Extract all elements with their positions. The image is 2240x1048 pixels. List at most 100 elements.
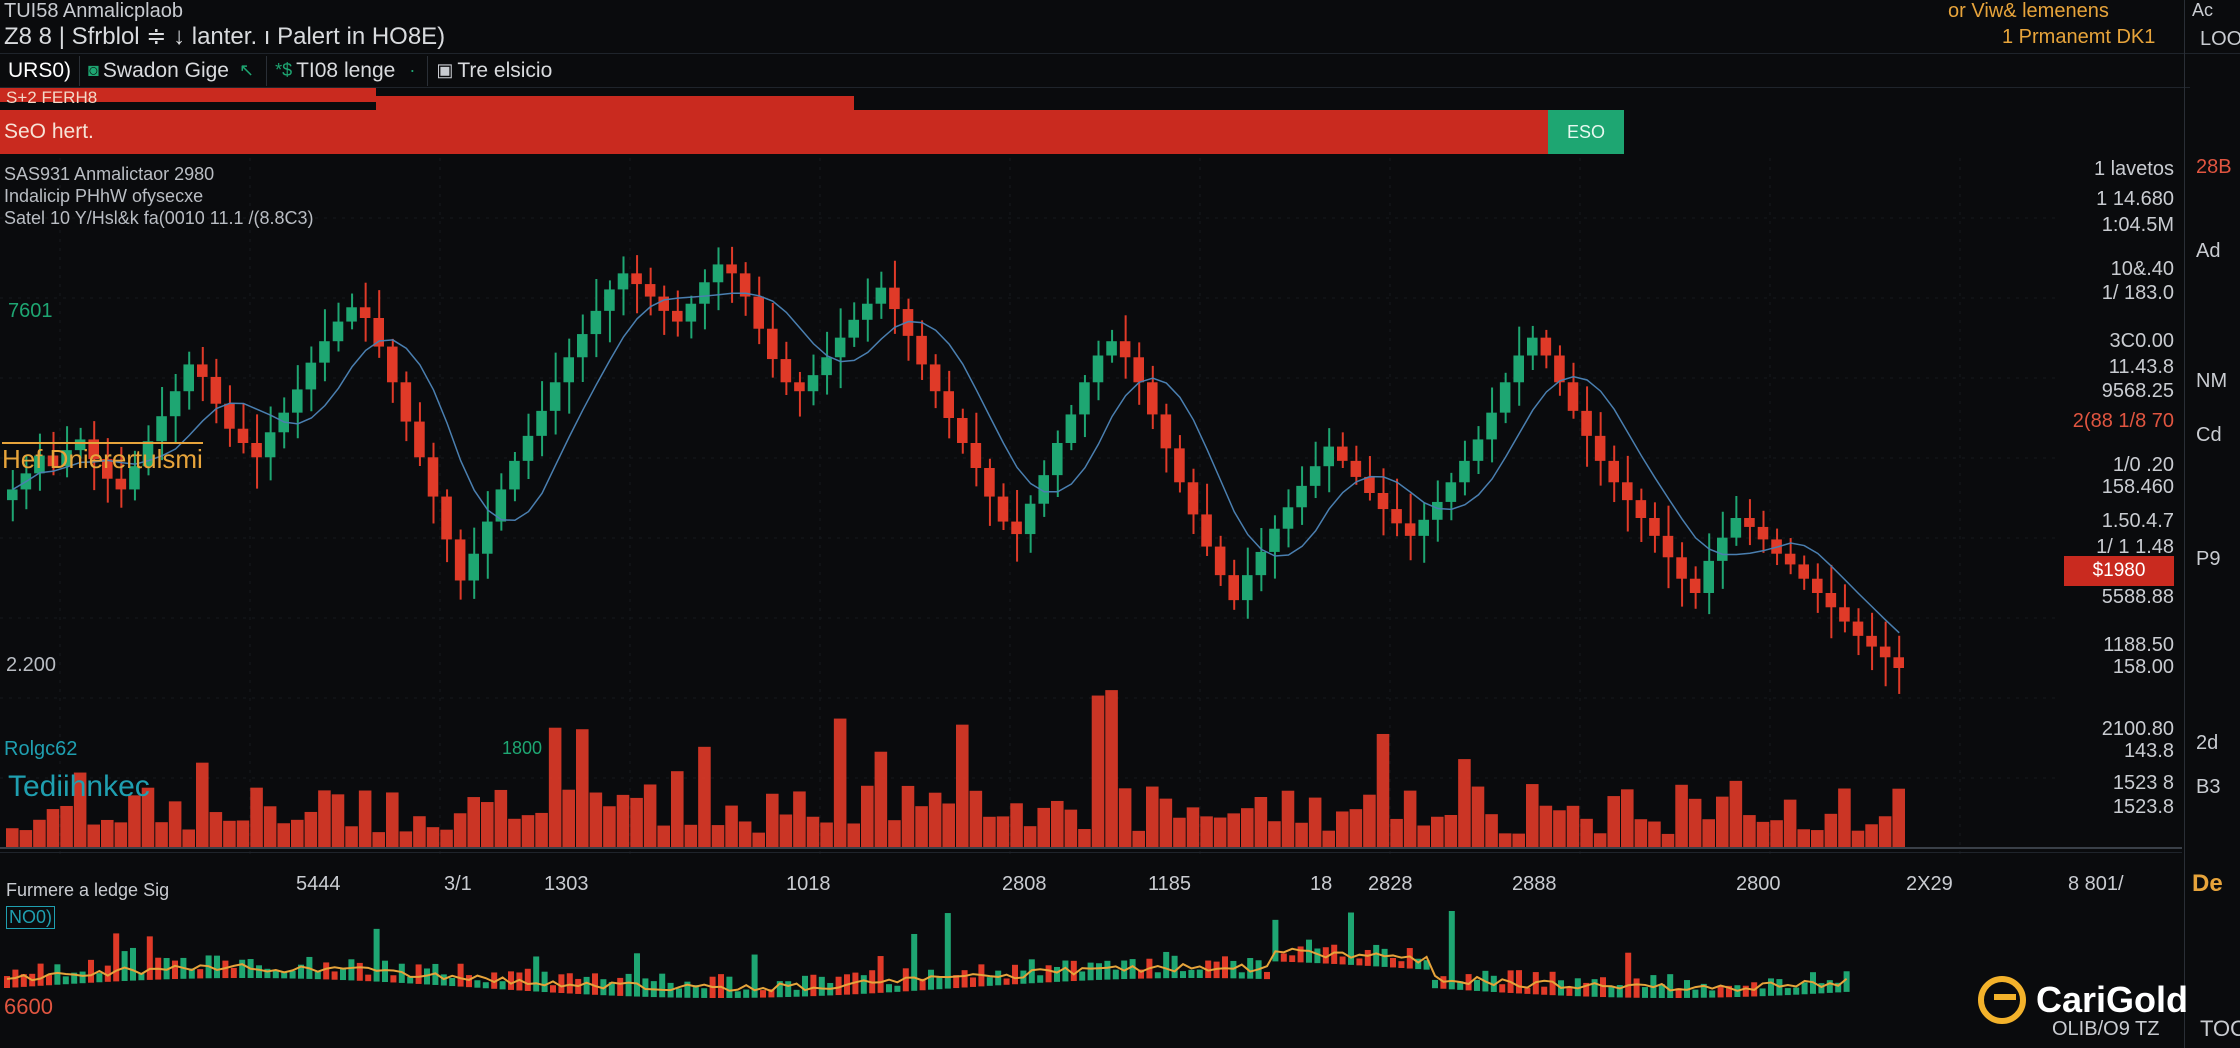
price-axis-label: 5588.88	[2101, 586, 2174, 608]
candle-body	[1594, 435, 1606, 461]
indicator-chart[interactable]	[0, 880, 1860, 1030]
candle-body	[1133, 357, 1144, 383]
volume-bar	[1702, 819, 1715, 848]
candle-body	[1540, 337, 1552, 356]
volume-bar	[562, 789, 575, 848]
view-elements-link[interactable]: or Viw& lemenens	[1948, 0, 2109, 23]
volume-bar	[87, 824, 100, 848]
indicator-bar	[1339, 956, 1346, 965]
volume-bar	[331, 794, 345, 848]
candle-body	[1147, 382, 1158, 415]
indicator-bar	[726, 976, 733, 998]
indicator-bar	[1633, 978, 1640, 998]
candle-body	[916, 335, 927, 365]
candle-body	[1350, 460, 1362, 477]
candle-body	[875, 287, 887, 304]
candle-body	[1784, 553, 1796, 565]
volume-bar	[1254, 797, 1268, 848]
indicator-bar	[734, 991, 741, 998]
candle-body	[1011, 521, 1022, 535]
indicator-value: 6600	[4, 994, 53, 1019]
volume-bar	[521, 815, 535, 848]
candle-body	[169, 391, 181, 417]
candle-body	[1472, 439, 1484, 461]
indicator-setting-badge[interactable]: NO0)	[6, 906, 56, 929]
volume-bar	[1675, 784, 1688, 848]
candle-body	[997, 496, 1009, 522]
candle-body	[1269, 528, 1280, 552]
main-price-chart[interactable]	[0, 158, 2182, 858]
brand-logo-icon	[1978, 976, 2026, 1024]
candle-body	[156, 416, 167, 442]
app-subtitle: Z8 8 | Sfrblol ≑ ↓ lanter. ı Palert in H…	[4, 23, 446, 50]
candle-body	[1703, 560, 1714, 593]
volume-bar	[1444, 814, 1458, 848]
banner-green-tag[interactable]: ESO	[1548, 110, 1624, 154]
indicator-bar	[1667, 974, 1674, 998]
candle-body	[536, 410, 547, 436]
candle-body	[1364, 476, 1375, 493]
indicator-bar	[760, 990, 766, 998]
price-axis-label: 158.00	[2112, 656, 2174, 678]
indicator-bar	[1096, 963, 1102, 980]
indicator-bar	[121, 951, 128, 981]
pane-label-yellow: Hef Dnierertulsmi	[2, 442, 203, 474]
indicator-bar	[1196, 969, 1203, 979]
candle-body	[1879, 646, 1891, 658]
indicator-bar	[1112, 969, 1119, 980]
indicator-bar	[373, 928, 380, 982]
candle-body	[292, 389, 303, 413]
volume-bar	[901, 785, 915, 848]
indicator-bar	[1070, 960, 1077, 982]
indicator-bar	[533, 956, 540, 992]
price-axis-label: 10&.40	[2110, 258, 2174, 280]
toolbar-button-2[interactable]: ▣ Tre elsicio	[428, 56, 560, 86]
toolbar-button-0[interactable]: ◙ Swadon Gige ↖	[80, 55, 268, 86]
candle-body	[1404, 523, 1416, 536]
volume-bar	[643, 784, 657, 848]
volume-bar	[1105, 690, 1118, 848]
indicator-bar	[1642, 987, 1648, 998]
price-axis-label: 1.50.4.7	[2101, 510, 2174, 532]
candle-body	[224, 403, 235, 429]
volume-bar	[603, 806, 616, 848]
indicator-bar	[1356, 958, 1363, 966]
alert-banner-label: SeO hert.	[4, 120, 94, 143]
indicator-bar	[860, 975, 867, 994]
indicator-bar	[1759, 988, 1766, 997]
indicator-bar	[54, 964, 61, 985]
indicator-bar	[886, 984, 892, 993]
volume-bar	[535, 812, 548, 848]
chart-info-line-1: SAS931 Anmalictaor 2980	[4, 164, 215, 184]
candle-body	[685, 303, 697, 322]
candle-body	[1798, 564, 1809, 579]
candle-body	[441, 496, 452, 540]
indicator-bar	[961, 970, 968, 988]
symbol-selector[interactable]: URS0)	[0, 55, 81, 86]
indicator-bar	[88, 959, 94, 983]
indicator-bar	[1171, 955, 1178, 979]
candle-body	[210, 376, 222, 404]
candle-body	[1893, 657, 1904, 668]
candle-body	[1812, 578, 1823, 593]
indicator-bar	[1591, 979, 1598, 997]
volume-bar	[1471, 786, 1485, 848]
indicator-bar	[802, 975, 808, 997]
price-axis-label: 3C0.00	[2109, 330, 2175, 352]
candle-body	[237, 428, 249, 443]
candle-body	[482, 521, 493, 554]
indicator-bar	[1045, 965, 1052, 983]
indicator-bar	[550, 985, 556, 993]
indicator-bar	[1524, 987, 1531, 994]
candle-body	[1689, 578, 1701, 593]
pane-label-green: 7601	[8, 300, 53, 322]
volume-bar	[847, 823, 860, 848]
alert-banner[interactable]	[0, 110, 1548, 154]
volume-bar	[291, 819, 304, 848]
indicator-bar	[1062, 960, 1069, 982]
indicator-bar	[1180, 971, 1186, 979]
candle-body	[1839, 607, 1850, 622]
candle-body	[373, 318, 384, 347]
volume-bar	[671, 771, 684, 848]
toolbar-button-1[interactable]: *$ TI08 lenge ·	[267, 55, 429, 86]
